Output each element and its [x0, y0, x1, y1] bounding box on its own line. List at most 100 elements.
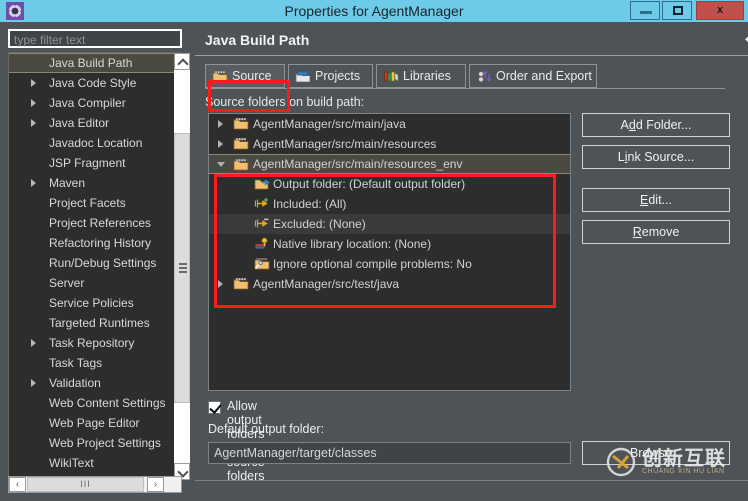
tab-source[interactable]: Source [205, 64, 285, 88]
source-folders-tree[interactable]: AgentManager/src/main/java AgentManager/s… [208, 113, 571, 391]
included-icon [254, 198, 268, 208]
sidebar-item-web-project-settings[interactable]: Web Project Settings [9, 433, 181, 453]
sidebar-item-java-compiler[interactable]: Java Compiler [9, 93, 181, 113]
scroll-left-button[interactable]: ‹ [9, 477, 26, 492]
excluded-icon [254, 218, 269, 228]
maximize-button[interactable] [662, 1, 692, 20]
expand-arrow-icon[interactable] [31, 379, 36, 387]
tree-row[interactable]: Included: (All) [209, 194, 570, 214]
sidebar-item-label: Run/Debug Settings [49, 256, 157, 270]
sidebar-item-wikitext[interactable]: WikiText [9, 453, 181, 473]
checkmark-icon [209, 401, 222, 414]
sidebar-vertical-scrollbar[interactable] [174, 53, 190, 480]
expand-arrow-icon[interactable] [218, 120, 223, 128]
sidebar-item-task-tags[interactable]: Task Tags [9, 353, 181, 373]
scroll-right-button[interactable]: › [147, 477, 164, 492]
minimize-icon [640, 11, 652, 14]
header-divider [195, 55, 748, 56]
sidebar-item-project-references[interactable]: Project References [9, 213, 181, 233]
tree-row[interactable]: AgentManager/src/main/java [209, 114, 570, 134]
button-label: Edit... [640, 193, 672, 207]
source-folder-icon [233, 138, 249, 150]
sidebar-item-maven[interactable]: Maven [9, 173, 181, 193]
scrollbar-thumb[interactable] [174, 133, 190, 403]
properties-dialog: Properties for AgentManager x Java Build… [0, 0, 748, 501]
default-output-folder-input[interactable] [208, 442, 571, 464]
edit-button[interactable]: Edit... [582, 188, 730, 212]
sidebar-item-web-content-settings[interactable]: Web Content Settings [9, 393, 181, 413]
sidebar-item-label: Web Content Settings [49, 396, 166, 410]
sidebar-item-label: Web Page Editor [49, 416, 140, 430]
tree-row[interactable]: Native library location: (None) [209, 234, 570, 254]
expand-arrow-icon[interactable] [31, 99, 36, 107]
sidebar-item-web-page-editor[interactable]: Web Page Editor [9, 413, 181, 433]
tab-libraries[interactable]: Libraries [376, 64, 466, 88]
sidebar-item-validation[interactable]: Validation [9, 373, 181, 393]
chevron-up-icon [177, 58, 189, 70]
tree-row[interactable]: AgentManager/src/main/resources [209, 134, 570, 154]
sidebar-item-label: Maven [49, 176, 86, 190]
libraries-icon [384, 71, 399, 82]
watermark-subtext: CHUANG XIN HU LIAN [642, 468, 725, 475]
sidebar-item-task-repository[interactable]: Task Repository [9, 333, 181, 353]
source-folder-icon [212, 71, 228, 83]
sidebar-horizontal-scrollbar[interactable]: ‹ III › [8, 476, 182, 493]
sidebar-item-label: Server [49, 276, 85, 290]
sidebar-item-label: Javadoc Location [49, 136, 143, 150]
link-source-button[interactable]: Link Source... [582, 145, 730, 169]
scroll-up-button[interactable] [174, 53, 190, 70]
back-button[interactable]: ⬅ [742, 32, 748, 48]
tree-row[interactable]: AgentManager/src/main/resources_env [209, 154, 570, 174]
tree-row-label: Excluded: (None) [273, 217, 366, 231]
tree-row[interactable]: Output folder: (Default output folder) [209, 174, 570, 194]
tab-projects[interactable]: Projects [288, 64, 373, 88]
sidebar-item-jsp-fragment[interactable]: JSP Fragment [9, 153, 181, 173]
expand-arrow-icon[interactable] [31, 119, 36, 127]
close-button[interactable]: x [696, 1, 744, 20]
expand-arrow-icon[interactable] [31, 179, 36, 187]
sidebar-item-label: Project Facets [49, 196, 126, 210]
test-source-folder-icon [233, 278, 249, 290]
sidebar-item-label: JSP Fragment [49, 156, 126, 170]
sidebar-item-service-policies[interactable]: Service Policies [9, 293, 181, 313]
tab-label: Order and Export [496, 69, 592, 83]
sidebar-item-targeted-runtimes[interactable]: Targeted Runtimes [9, 313, 181, 333]
sidebar-item-java-build-path[interactable]: Java Build Path [9, 53, 181, 73]
collapse-arrow-icon[interactable] [217, 162, 225, 167]
search-input[interactable] [14, 33, 154, 47]
tab-order-and-export[interactable]: Order and Export [469, 64, 597, 88]
sidebar-item-java-code-style[interactable]: Java Code Style [9, 73, 181, 93]
expand-arrow-icon[interactable] [31, 339, 36, 347]
sidebar-item-refactoring-history[interactable]: Refactoring History [9, 233, 181, 253]
expand-arrow-icon[interactable] [218, 140, 223, 148]
tree-row-label: Ignore optional compile problems: No [273, 257, 472, 271]
sidebar-item-label: Java Code Style [49, 76, 137, 90]
hscrollbar-thumb[interactable]: III [27, 477, 144, 492]
sidebar-item-java-editor[interactable]: Java Editor [9, 113, 181, 133]
sidebar-item-javadoc-location[interactable]: Javadoc Location [9, 133, 181, 153]
remove-button[interactable]: Remove [582, 220, 730, 244]
tree-row-label: Native library location: (None) [273, 237, 432, 251]
sidebar-item-server[interactable]: Server [9, 273, 181, 293]
sidebar-item-label: Refactoring History [49, 236, 152, 250]
settings-tree[interactable]: Java Build Path Java Code Style Java Compi… [8, 52, 182, 480]
expand-arrow-icon[interactable] [218, 280, 223, 288]
sidebar-item-label: Targeted Runtimes [49, 316, 150, 330]
sidebar-item-project-facets[interactable]: Project Facets [9, 193, 181, 213]
sidebar-item-label: Java Editor [49, 116, 110, 130]
sidebar-item-label: WikiText [49, 456, 94, 470]
settings-sidebar: Java Build Path Java Code Style Java Compi… [8, 26, 190, 493]
tree-row[interactable]: Excluded: (None) [209, 214, 570, 234]
sidebar-item-label: Task Repository [49, 336, 135, 350]
allow-output-folders-checkbox[interactable] [208, 401, 222, 414]
filter-box[interactable] [8, 29, 182, 48]
tree-row[interactable]: Ignore optional compile problems: No [209, 254, 570, 274]
sidebar-item-run-debug-settings[interactable]: Run/Debug Settings [9, 253, 181, 273]
tree-row[interactable]: AgentManager/src/test/java [209, 274, 570, 294]
sidebar-item-label: Web Project Settings [49, 436, 161, 450]
title-bar: Properties for AgentManager x [0, 0, 748, 22]
add-folder-button[interactable]: Add Folder... [582, 113, 730, 137]
watermark-icon [606, 447, 636, 477]
minimize-button[interactable] [630, 1, 660, 20]
expand-arrow-icon[interactable] [31, 79, 36, 87]
